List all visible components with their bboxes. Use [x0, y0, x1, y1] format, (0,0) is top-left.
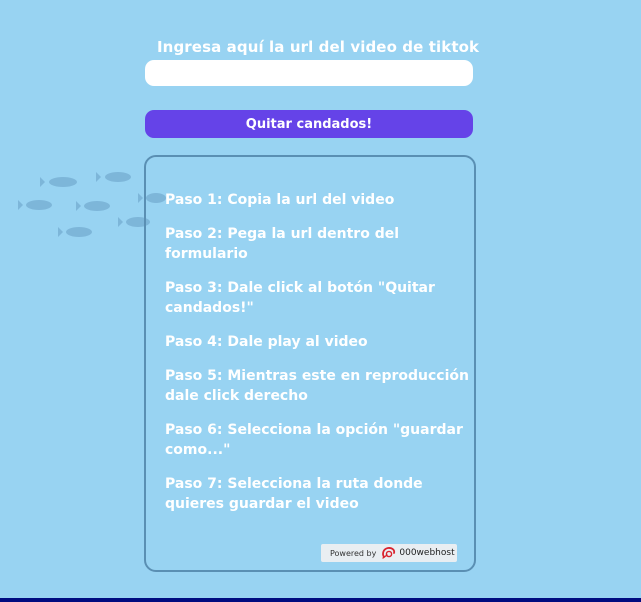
steps-list: Paso 1: Copia la url del video Paso 2: P…	[165, 190, 470, 528]
fish-icon	[58, 227, 92, 237]
steps-box: Paso 1: Copia la url del video Paso 2: P…	[144, 155, 476, 572]
bottom-bar	[0, 598, 641, 602]
fish-icon	[76, 201, 110, 211]
powered-by-text: Powered by	[330, 548, 377, 558]
step-item: Paso 1: Copia la url del video	[165, 192, 395, 208]
fish-icon	[18, 200, 52, 210]
step-item: Paso 7: Selecciona la ruta donde quieres…	[165, 476, 423, 512]
page: { "form": { "url_label": "Ingresa aquí l…	[0, 0, 641, 602]
step-item: Paso 4: Dale play al video	[165, 334, 368, 350]
fish-icon	[40, 177, 77, 187]
000webhost-logo-icon	[382, 547, 396, 559]
powered-by-badge[interactable]: Powered by 000webhost	[321, 544, 457, 562]
step-item: Paso 2: Pega la url dentro del formulari…	[165, 226, 400, 262]
fish-icon	[96, 172, 131, 182]
url-input[interactable]	[145, 60, 473, 86]
step-item: Paso 6: Selecciona la opción "guardar co…	[165, 422, 463, 458]
host-name: 000webhost	[399, 548, 455, 558]
url-label: Ingresa aquí la url del video de tiktok	[157, 38, 480, 56]
step-item: Paso 3: Dale click al botón "Quitar cand…	[165, 280, 435, 316]
step-item: Paso 5: Mientras este en reproducción da…	[165, 368, 469, 404]
quitar-candados-button[interactable]: Quitar candados!	[145, 110, 473, 138]
